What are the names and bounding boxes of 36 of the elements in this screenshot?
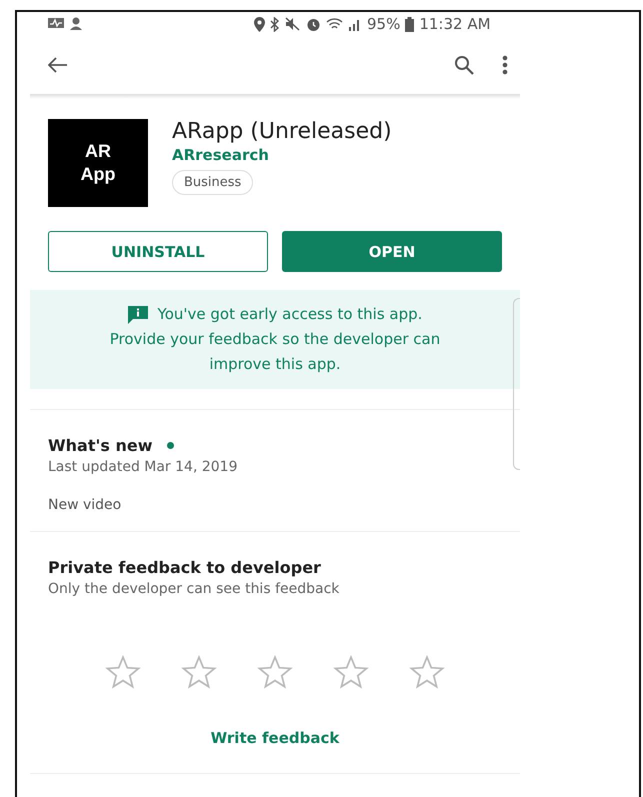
developer-link[interactable]: ARresearch xyxy=(172,146,392,164)
app-icon: AR App xyxy=(48,119,148,207)
battery-percentage: 95% xyxy=(367,15,400,33)
mute-icon xyxy=(285,17,301,31)
wifi-icon xyxy=(326,17,343,31)
bluetooth-icon xyxy=(270,16,280,32)
new-indicator-dot xyxy=(166,442,174,449)
star-icon[interactable] xyxy=(257,655,293,689)
uninstall-button[interactable]: UNINSTALL xyxy=(48,231,268,272)
signal-icon xyxy=(348,17,362,31)
more-options-icon[interactable] xyxy=(502,55,508,75)
release-notes-text: New video xyxy=(48,497,122,513)
last-updated-text: Last updated Mar 14, 2019 xyxy=(48,459,238,475)
back-arrow-icon[interactable] xyxy=(48,57,68,73)
clock-time: 11:32 AM xyxy=(419,15,491,33)
activity-icon xyxy=(48,17,64,29)
alarm-icon xyxy=(306,16,321,32)
star-icon[interactable] xyxy=(409,655,445,689)
star-icon[interactable] xyxy=(181,655,217,689)
write-feedback-link[interactable]: Write feedback xyxy=(48,729,520,747)
info-message-icon xyxy=(128,306,148,324)
search-icon[interactable] xyxy=(454,55,474,75)
person-icon xyxy=(70,17,84,31)
star-icon[interactable] xyxy=(333,655,369,689)
banner-text: Provide your feedback so the developer can xyxy=(110,329,440,350)
app-title: ARapp (Unreleased) xyxy=(172,119,392,144)
feedback-subtitle: Only the developer can see this feedback xyxy=(48,581,340,597)
banner-text: improve this app. xyxy=(209,354,341,375)
section-title: What's new xyxy=(48,436,152,455)
banner-text: You've got early access to this app. xyxy=(158,304,422,325)
star-icon[interactable] xyxy=(105,655,141,689)
open-button[interactable]: OPEN xyxy=(282,231,502,272)
category-chip[interactable]: Business xyxy=(172,170,254,195)
location-icon xyxy=(254,16,265,32)
section-title: Private feedback to developer xyxy=(48,558,321,577)
battery-icon xyxy=(405,16,414,32)
